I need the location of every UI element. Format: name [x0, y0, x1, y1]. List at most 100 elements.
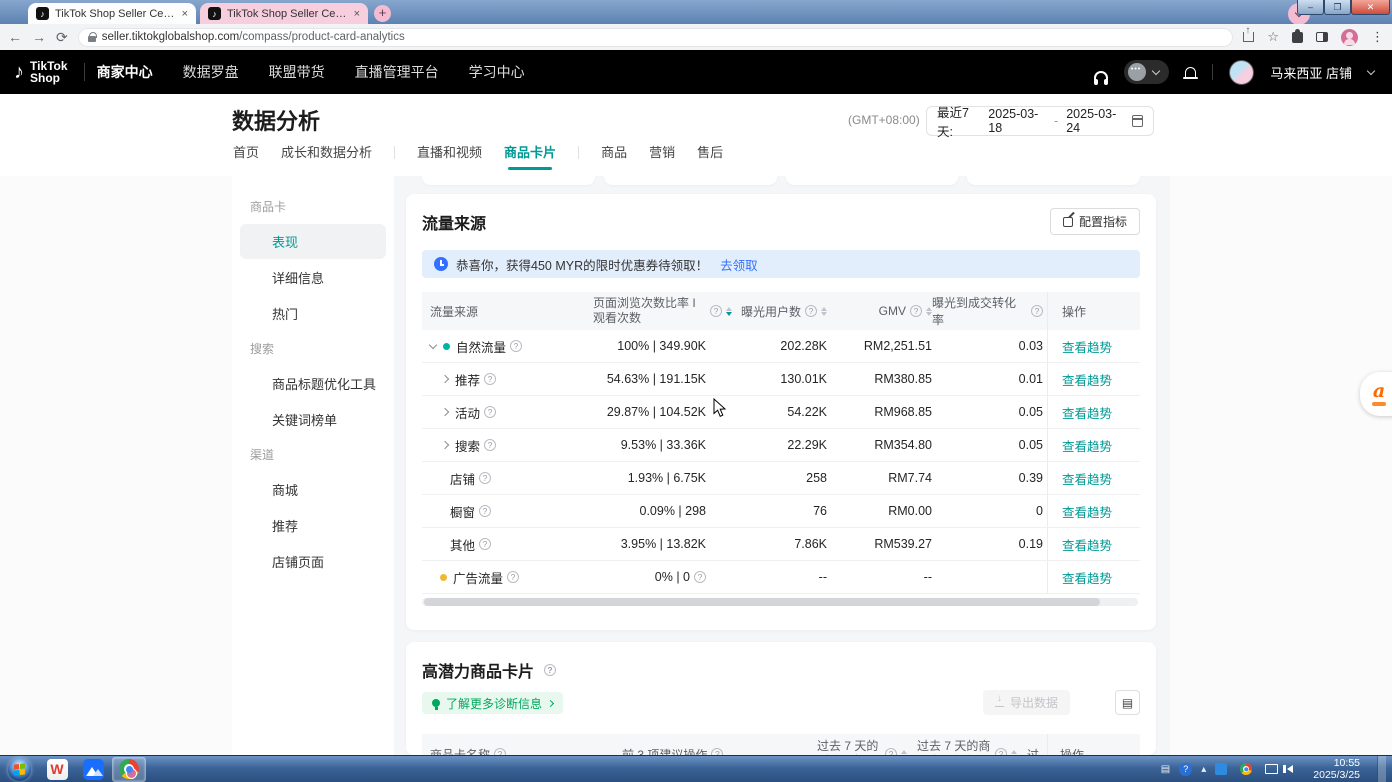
browser-tab-2[interactable]: ♪ TikTok Shop Seller Center | Cr ×: [200, 3, 368, 24]
sidebar-item-推荐[interactable]: 推荐: [240, 508, 386, 543]
scrollbar-thumb[interactable]: [424, 598, 1100, 606]
browser-profile-icon[interactable]: [1341, 29, 1358, 46]
info-icon[interactable]: ?: [479, 538, 491, 550]
nav-item-0[interactable]: 商家中心: [97, 62, 153, 82]
configure-metrics-button[interactable]: 配置指标: [1050, 208, 1140, 235]
tray-expand-icon[interactable]: ▴: [1201, 764, 1206, 775]
info-icon[interactable]: ?: [494, 748, 506, 755]
share-icon[interactable]: [1243, 32, 1254, 42]
info-icon[interactable]: ?: [544, 664, 556, 676]
tab-首页[interactable]: 首页: [233, 142, 259, 170]
view-trend-link[interactable]: 查看趋势: [1062, 568, 1112, 587]
tab-close-icon[interactable]: ×: [354, 8, 360, 20]
view-trend-link[interactable]: 查看趋势: [1062, 403, 1112, 422]
new-tab-button[interactable]: +: [374, 5, 391, 22]
nav-item-1[interactable]: 数据罗盘: [183, 62, 239, 82]
floating-promo-widget[interactable]: a: [1360, 372, 1392, 416]
taskbar-wps-app[interactable]: W: [40, 757, 74, 782]
close-button[interactable]: ✕: [1351, 0, 1390, 15]
tab-直播和视频[interactable]: 直播和视频: [417, 142, 482, 170]
view-trend-link[interactable]: 查看趋势: [1062, 469, 1112, 488]
taskbar-mountain-app[interactable]: [76, 757, 110, 782]
date-range-picker[interactable]: 最近7天: 2025-03-18 - 2025-03-24: [926, 106, 1154, 136]
info-icon[interactable]: ?: [484, 439, 496, 451]
diagnostics-link[interactable]: 了解更多诊断信息: [422, 692, 563, 714]
browser-menu-icon[interactable]: ⋮: [1371, 29, 1384, 45]
view-trend-link[interactable]: 查看趋势: [1062, 535, 1112, 554]
tray-chrome-icon[interactable]: [1240, 763, 1252, 775]
nav-item-2[interactable]: 联盟带货: [269, 62, 325, 82]
nav-item-3[interactable]: 直播管理平台: [355, 62, 439, 82]
refresh-icon[interactable]: ⟳: [56, 29, 68, 46]
back-icon[interactable]: ←: [8, 29, 22, 45]
tab-商品[interactable]: 商品: [601, 142, 627, 170]
taskbar-chrome-app[interactable]: [112, 757, 146, 782]
minimize-button[interactable]: –: [1297, 0, 1324, 15]
support-headset-icon[interactable]: [1094, 71, 1108, 80]
language-bar-icon[interactable]: ▤: [1161, 764, 1170, 775]
sidebar-item-店铺页面[interactable]: 店铺页面: [240, 544, 386, 579]
address-bar[interactable]: seller.tiktokglobalshop.com/compass/prod…: [78, 28, 1234, 47]
help-tray-icon[interactable]: ?: [1179, 763, 1192, 776]
sidebar-item-关键词榜单[interactable]: 关键词榜单: [240, 402, 386, 437]
start-button[interactable]: [8, 758, 31, 781]
side-panel-icon[interactable]: [1316, 32, 1328, 42]
info-icon[interactable]: ?: [510, 340, 522, 352]
info-icon[interactable]: ?: [479, 472, 491, 484]
info-icon[interactable]: ?: [710, 305, 722, 317]
extensions-icon[interactable]: [1292, 32, 1303, 43]
chevron-down-icon[interactable]: [1367, 66, 1375, 74]
tab-营销[interactable]: 营销: [649, 142, 675, 170]
tray-app-icon[interactable]: [1215, 763, 1227, 775]
tab-成长和数据分析[interactable]: 成长和数据分析: [281, 142, 372, 170]
view-trend-link[interactable]: 查看趋势: [1062, 370, 1112, 389]
bookmark-star-icon[interactable]: ☆: [1267, 29, 1279, 45]
collapse-chevron-icon[interactable]: [429, 341, 437, 349]
sidebar-item-商品标题优化工具[interactable]: 商品标题优化工具: [240, 366, 386, 401]
tab-商品卡片[interactable]: 商品卡片: [504, 142, 556, 170]
info-icon[interactable]: ?: [1031, 305, 1043, 317]
tab-售后[interactable]: 售后: [697, 142, 723, 170]
sidebar-item-详细信息[interactable]: 详细信息: [240, 260, 386, 295]
column-label: 过去 7 天的商品交易总额: [917, 739, 991, 755]
export-data-button[interactable]: 导出数据: [983, 690, 1070, 715]
network-icon[interactable]: [1265, 764, 1278, 774]
info-icon[interactable]: ?: [805, 305, 817, 317]
maximize-button[interactable]: ❐: [1324, 0, 1351, 15]
widget-text-bar: [1372, 402, 1386, 406]
forward-icon[interactable]: →: [32, 29, 46, 45]
tiktok-shop-logo[interactable]: ♪ TikTokShop: [0, 60, 82, 84]
show-desktop-button[interactable]: [1377, 756, 1386, 782]
sidebar-item-热门[interactable]: 热门: [240, 296, 386, 331]
nav-item-4[interactable]: 学习中心: [469, 62, 525, 82]
info-icon[interactable]: ?: [479, 505, 491, 517]
info-icon[interactable]: ?: [484, 406, 496, 418]
notifications-bell-icon[interactable]: [1185, 67, 1196, 77]
url-text: seller.tiktokglobalshop.com/compass/prod…: [102, 31, 405, 43]
info-icon[interactable]: ?: [694, 571, 706, 583]
expand-chevron-icon[interactable]: [441, 408, 449, 416]
taskbar-clock[interactable]: 10:55 2025/3/25: [1305, 757, 1368, 781]
info-icon[interactable]: ?: [885, 748, 897, 755]
sheet-icon-button[interactable]: ▤: [1115, 690, 1140, 715]
store-avatar[interactable]: [1229, 60, 1254, 85]
view-trend-link[interactable]: 查看趋势: [1062, 436, 1112, 455]
info-icon[interactable]: ?: [484, 373, 496, 385]
sidebar-item-商城[interactable]: 商城: [240, 472, 386, 507]
store-name[interactable]: 马来西亚 店铺: [1270, 63, 1352, 82]
tab-close-icon[interactable]: ×: [182, 8, 188, 20]
messages-pill[interactable]: [1124, 60, 1169, 84]
horizontal-scrollbar[interactable]: [422, 598, 1138, 606]
info-icon[interactable]: ?: [910, 305, 922, 317]
view-trend-link[interactable]: 查看趋势: [1062, 502, 1112, 521]
info-icon[interactable]: ?: [711, 748, 723, 755]
expand-chevron-icon[interactable]: [441, 441, 449, 449]
expand-chevron-icon[interactable]: [441, 375, 449, 383]
sidebar-item-表现[interactable]: 表现: [240, 224, 386, 259]
volume-icon[interactable]: [1287, 765, 1293, 773]
view-trend-link[interactable]: 查看趋势: [1062, 337, 1112, 356]
claim-coupon-link[interactable]: 去领取: [720, 255, 758, 274]
browser-tab-1[interactable]: ♪ TikTok Shop Seller Center | Cr ×: [28, 3, 196, 24]
info-icon[interactable]: ?: [507, 571, 519, 583]
info-icon[interactable]: ?: [995, 748, 1007, 755]
